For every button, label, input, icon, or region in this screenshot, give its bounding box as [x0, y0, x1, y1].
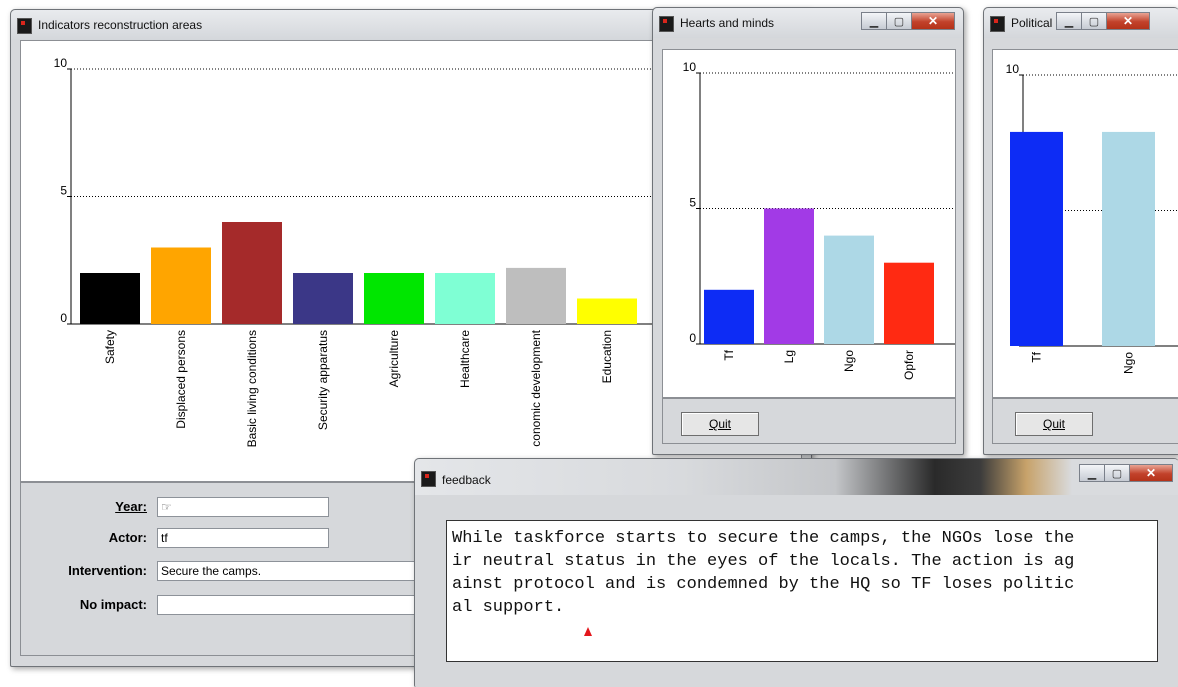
x-tick-label: conomic development — [529, 329, 543, 446]
app-icon — [990, 16, 1005, 32]
feedback-window: feedback ▁ ▢ ✕ While taskforce starts to… — [414, 458, 1178, 687]
bar — [151, 247, 211, 324]
feedback-line: ir neutral status in the eyes of the loc… — [452, 552, 1075, 571]
feedback-line: ainst protocol and is condemned by the H… — [452, 575, 1075, 594]
bar — [764, 208, 814, 344]
text-cursor-icon — [584, 627, 592, 636]
maximize-button[interactable]: ▢ — [1081, 12, 1107, 30]
x-tick-label: Opfor — [902, 350, 916, 380]
y-tick-label: 10 — [54, 56, 68, 70]
maximize-button[interactable]: ▢ — [886, 12, 912, 30]
feedback-line: al support. — [452, 598, 565, 617]
quit-button[interactable]: Quit — [1015, 412, 1093, 436]
feedback-text-area[interactable]: While taskforce starts to secure the cam… — [446, 520, 1158, 662]
bar — [80, 273, 140, 324]
bar — [1010, 131, 1063, 346]
x-tick-label: Agriculture — [387, 330, 401, 388]
political-titlebar[interactable]: Political ... ▁ ▢ ✕ — [984, 8, 1178, 38]
x-tick-label: Tf — [722, 349, 736, 360]
noimpact-input[interactable] — [157, 595, 457, 615]
quit-button[interactable]: Quit — [681, 412, 759, 436]
app-icon — [421, 471, 436, 487]
y-tick-label: 5 — [689, 196, 696, 210]
minimize-button[interactable]: ▁ — [1056, 12, 1082, 30]
close-button[interactable]: ✕ — [1129, 464, 1173, 482]
political-button-panel: Quit — [992, 398, 1178, 444]
bar — [506, 267, 566, 324]
x-tick-label: Ngo — [1122, 352, 1136, 374]
y-tick-label: 10 — [683, 60, 697, 74]
x-tick-label: Ngo — [842, 350, 856, 372]
close-button[interactable]: ✕ — [911, 12, 955, 30]
bar — [222, 222, 282, 324]
hearts-minds-titlebar[interactable]: Hearts and minds ▁ ▢ ✕ — [653, 8, 963, 38]
x-tick-label: Security apparatus — [316, 330, 330, 430]
bar — [824, 235, 874, 344]
x-tick-label: Displaced persons — [174, 330, 188, 429]
political-chart: 0510TfNgo — [1006, 62, 1178, 374]
y-tick-label: 10 — [1006, 62, 1020, 76]
maximize-button[interactable]: ▢ — [1104, 464, 1130, 482]
bar — [293, 273, 353, 324]
x-tick-label: Basic living conditions — [245, 330, 259, 447]
actor-input[interactable]: tf — [157, 528, 329, 548]
feedback-titlebar[interactable]: feedback ▁ ▢ ✕ — [415, 459, 1178, 495]
feedback-line: While taskforce starts to secure the cam… — [452, 529, 1075, 548]
bar — [364, 273, 424, 324]
y-tick-label: 0 — [689, 331, 696, 345]
x-tick-label: Safety — [103, 330, 117, 364]
intervention-label: Intervention: — [68, 563, 147, 578]
minimize-button[interactable]: ▁ — [861, 12, 887, 30]
x-tick-label: Lg — [782, 350, 796, 363]
y-tick-label: 5 — [60, 184, 67, 198]
hearts-minds-chart: 0 5 10 Tf Lg Ngo Opfor — [683, 60, 955, 380]
intervention-input[interactable]: Secure the camps. — [157, 561, 457, 581]
close-button[interactable]: ✕ — [1106, 12, 1150, 30]
bar — [577, 298, 637, 324]
minimize-button[interactable]: ▁ — [1079, 464, 1105, 482]
x-tick-label: Education — [600, 330, 614, 383]
pointer-hand-icon: ☞ — [161, 500, 172, 514]
window-title: feedback — [442, 473, 491, 487]
bar — [884, 262, 934, 344]
x-tick-label: Healthcare — [458, 330, 472, 388]
window-title: Indicators reconstruction areas — [38, 18, 203, 32]
bar — [704, 289, 754, 344]
bar — [435, 273, 495, 324]
political-window: Political ... ▁ ▢ ✕ 0510TfNgo Quit — [983, 7, 1178, 455]
window-title: Hearts and minds — [680, 16, 775, 30]
app-icon — [659, 16, 674, 32]
y-tick-label: 0 — [60, 311, 67, 325]
hearts-minds-window: Hearts and minds ▁ ▢ ✕ 0 5 10 Tf Lg Ngo Opfor … — [652, 7, 964, 455]
year-input[interactable]: ☞ — [157, 497, 329, 517]
actor-label: Actor: — [108, 530, 147, 545]
hearts-button-panel: Quit — [662, 398, 956, 444]
x-tick-label: Tf — [1030, 351, 1044, 362]
hearts-chart-panel: 0 5 10 Tf Lg Ngo Opfor — [662, 49, 956, 398]
year-label: Year: — [115, 499, 147, 514]
noimpact-label: No impact: — [79, 597, 147, 612]
bar — [1102, 131, 1155, 346]
app-icon — [17, 18, 32, 34]
political-chart-panel: 0510TfNgo — [992, 49, 1178, 398]
